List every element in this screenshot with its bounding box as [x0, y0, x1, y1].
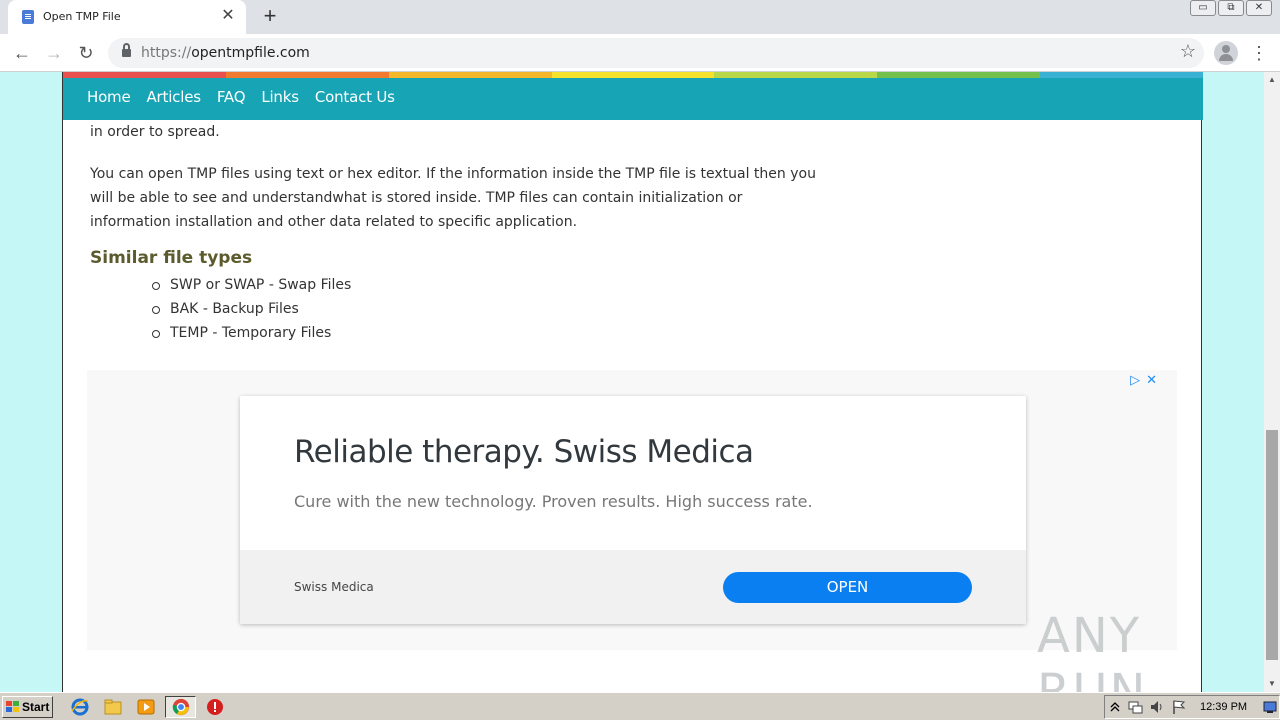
scroll-down-arrow-icon[interactable]: ▼: [1264, 676, 1280, 692]
tab-strip: Open TMP File ✕ + ▭ ⧉ ✕: [0, 0, 1280, 34]
scroll-thumb[interactable]: [1266, 430, 1278, 660]
stop-sign-icon[interactable]: [205, 697, 225, 717]
list-item[interactable]: SWP or SWAP - Swap Files: [152, 273, 820, 297]
internet-explorer-icon[interactable]: [70, 697, 90, 717]
similar-types-list: SWP or SWAP - Swap Files BAK - Backup Fi…: [152, 273, 820, 345]
back-button[interactable]: ←: [10, 41, 34, 65]
profile-avatar-icon[interactable]: [1214, 41, 1238, 65]
nav-faq[interactable]: FAQ: [217, 88, 246, 106]
site-navbar: Home Articles FAQ Links Contact Us: [63, 78, 1203, 120]
adchoices-icon[interactable]: ▷: [1130, 372, 1140, 388]
ad-container: ▷ ✕ Reliable therapy. Swiss Medica Cure …: [87, 370, 1177, 650]
volume-icon[interactable]: [1149, 699, 1165, 715]
browser-toolbar: ← → ↻ https://opentmpfile.com ☆ ⋮: [0, 34, 1280, 72]
ad-close-icon[interactable]: ✕: [1146, 372, 1157, 388]
show-hidden-icons-icon[interactable]: [1109, 700, 1121, 714]
ad-open-button[interactable]: OPEN: [723, 572, 972, 603]
reload-button[interactable]: ↻: [74, 41, 98, 65]
anyrun-watermark-logo: ANY RUN: [1037, 608, 1148, 692]
page-container: Home Articles FAQ Links Contact Us in or…: [62, 72, 1204, 692]
ad-choices: ▷ ✕: [1130, 372, 1157, 388]
list-item[interactable]: TEMP - Temporary Files: [152, 321, 820, 345]
tab-open-tmp-file[interactable]: Open TMP File ✕: [8, 0, 246, 34]
browser-menu-icon[interactable]: ⋮: [1250, 41, 1268, 65]
ad-footer: Swiss Medica OPEN: [240, 550, 1026, 624]
list-item[interactable]: BAK - Backup Files: [152, 297, 820, 321]
scroll-up-arrow-icon[interactable]: ▲: [1264, 72, 1280, 88]
new-tab-button[interactable]: +: [258, 5, 282, 29]
clock-time[interactable]: 12:39 PM: [1200, 701, 1247, 713]
lock-icon[interactable]: [122, 43, 131, 57]
system-tray: 12:39 PM: [1104, 695, 1280, 719]
windows-logo-icon: [6, 701, 19, 713]
restore-button[interactable]: ⧉: [1218, 0, 1244, 16]
similar-file-types-heading: Similar file types: [90, 248, 253, 268]
url-text[interactable]: https://opentmpfile.com: [141, 45, 310, 61]
nav-articles[interactable]: Articles: [147, 88, 202, 106]
network-icon[interactable]: [1127, 699, 1143, 715]
close-window-button[interactable]: ✕: [1246, 0, 1272, 16]
forward-button[interactable]: →: [42, 41, 66, 65]
ad-description[interactable]: Cure with the new technology. Proven res…: [294, 492, 813, 511]
close-tab-icon[interactable]: ✕: [218, 6, 238, 26]
ad-title[interactable]: Reliable therapy. Swiss Medica: [294, 434, 754, 470]
paragraph-cut: in order to spread.: [90, 124, 220, 140]
action-center-flag-icon[interactable]: [1171, 699, 1187, 715]
folder-icon[interactable]: [103, 697, 123, 717]
minimize-button[interactable]: ▭: [1190, 0, 1216, 16]
ad-advertiser[interactable]: Swiss Medica: [294, 580, 374, 594]
nav-links[interactable]: Links: [261, 88, 299, 106]
page-viewport: Home Articles FAQ Links Contact Us in or…: [0, 72, 1264, 692]
ad-card[interactable]: Reliable therapy. Swiss Medica Cure with…: [240, 396, 1026, 624]
chrome-taskbar-button[interactable]: [165, 696, 196, 718]
start-button[interactable]: Start: [2, 696, 53, 718]
document-icon: [22, 10, 34, 24]
nav-contact-us[interactable]: Contact Us: [315, 88, 395, 106]
show-desktop-icon[interactable]: [1263, 700, 1277, 714]
chrome-icon: [172, 698, 190, 716]
vertical-scrollbar[interactable]: ▲ ▼: [1264, 72, 1280, 692]
bookmark-star-icon[interactable]: ☆: [1180, 41, 1196, 62]
tab-title: Open TMP File: [43, 10, 121, 23]
nav-home[interactable]: Home: [87, 88, 131, 106]
article-content: in order to spread. You can open TMP fil…: [90, 120, 820, 345]
media-player-icon[interactable]: [136, 697, 156, 717]
address-bar[interactable]: https://opentmpfile.com ☆: [108, 38, 1204, 68]
window-controls: ▭ ⧉ ✕: [1190, 0, 1272, 18]
paragraph-open-tmp: You can open TMP files using text or hex…: [90, 166, 816, 230]
windows-taskbar: Start 12:39 PM: [0, 692, 1280, 720]
